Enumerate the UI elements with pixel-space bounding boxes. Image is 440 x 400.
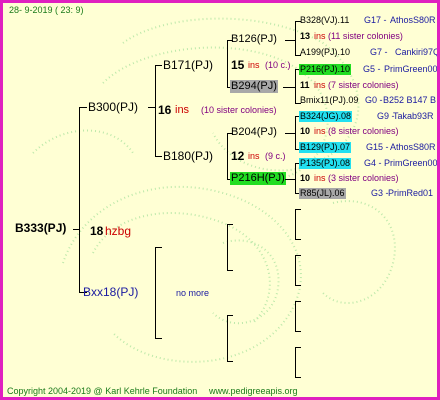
- gen4-gen-4: G0 -: [365, 95, 383, 105]
- footer-url[interactable]: www.pedigreeapis.org: [209, 387, 298, 396]
- gen4-name-2: A199(PJ).10: [300, 47, 351, 57]
- connector-father-stub: [148, 107, 156, 108]
- connector-mother-vertical: [155, 247, 156, 339]
- father-inbreeding: 16: [158, 103, 172, 117]
- gen4-name-5: B324(JG).08: [299, 111, 353, 122]
- gen4-line-1: AthosS80R: [390, 15, 436, 25]
- connector-empty-e-top: [295, 301, 301, 302]
- ffm-note: (7 sister colonies): [328, 80, 399, 90]
- connector-empty-a: [227, 224, 228, 270]
- ff-name: B171(PJ): [163, 58, 214, 72]
- footer-copyright: Copyright 2004-2019 @ Karl Kehrle Founda…: [7, 386, 198, 396]
- father-name: B300(PJ): [88, 100, 139, 114]
- gen4-line-4: B252 B147 B: [383, 95, 437, 105]
- gen4-name-1: B328(VJ).11: [300, 15, 350, 25]
- root-inbreeding: 18: [90, 224, 104, 238]
- fmm-ins: ins: [314, 173, 326, 183]
- fff-inbreeding: 13: [300, 31, 311, 41]
- ff-ins: ins: [248, 60, 260, 70]
- connector-father-vertical: [155, 65, 156, 157]
- gen4-gen-2: G7 -: [370, 47, 388, 57]
- father-ins: ins: [175, 104, 190, 116]
- connector-root-vertical: [79, 107, 80, 292]
- connector-empty-b: [227, 315, 228, 361]
- connector-mother-top: [155, 247, 162, 248]
- gen4-line-5: Takab93R: [393, 111, 434, 121]
- gen4-gen-7: G4 -: [364, 158, 382, 168]
- gen4-name-4: Bmix11(PJ).09: [300, 95, 359, 105]
- connector-empty-b-top: [227, 315, 233, 316]
- fm-inbreeding: 12: [231, 149, 245, 163]
- root-code: hzbg: [105, 224, 132, 238]
- pedigree-canvas: 28- 9-2019 ( 23: 9) B333(PJ) 18 hzbg B30…: [0, 0, 440, 400]
- fmf-ins: ins: [314, 126, 326, 136]
- connector-fmm-vertical: [295, 163, 296, 193]
- father-note: (10 sister colonies): [201, 105, 277, 115]
- connector-empty-e-bottom: [295, 331, 301, 332]
- gen4-line-8: PrimRed01: [388, 188, 434, 198]
- mother-no-more: no more: [176, 288, 210, 298]
- connector-father-bottom: [155, 156, 162, 157]
- fff-ins: ins: [314, 31, 326, 41]
- connector-empty-a-bottom: [227, 270, 233, 271]
- gen4-name-8: R85(JL).06: [299, 188, 346, 199]
- fff-name: B126(PJ): [231, 33, 277, 45]
- connector-empty-f: [295, 347, 296, 377]
- header-date: 28- 9-2019 ( 23: 9): [9, 5, 84, 15]
- connector-root-stub: [73, 229, 80, 230]
- connector-father-top: [155, 65, 162, 66]
- connector-empty-f-top: [295, 347, 301, 348]
- connector-empty-b-bottom: [227, 361, 233, 362]
- fmf-inbreeding: 10: [300, 126, 311, 136]
- connector-empty-c: [295, 209, 296, 239]
- connector-ffm-vertical: [295, 69, 296, 103]
- gen4-line-3: PrimGreen00: [384, 64, 438, 74]
- gen4-line-2: Cankiri97Q: [395, 47, 440, 57]
- gen4-gen-5: G9 -: [377, 111, 395, 121]
- gen4-line-6: AthosS80R: [390, 142, 436, 152]
- connector-empty-d-top: [295, 255, 301, 256]
- ffm-inbreeding: 11: [300, 80, 310, 90]
- ffm-ins: ins: [314, 80, 326, 90]
- fff-note: (11 sister colonies): [328, 31, 403, 41]
- gen4-gen-6: G15 -: [366, 142, 389, 152]
- root-name: B333(PJ): [15, 221, 67, 235]
- fmm-name: P216H(PJ): [230, 172, 286, 185]
- fmm-note: (3 sister colonies): [328, 173, 399, 183]
- fm-name: B180(PJ): [163, 149, 214, 163]
- gen4-name-7: P135(PJ).08: [299, 158, 352, 169]
- connector-empty-c-bottom: [295, 239, 301, 240]
- ffm-name: B294(PJ): [230, 80, 278, 93]
- connector-root-father: [79, 107, 87, 108]
- fmf-name: B204(PJ): [231, 126, 277, 138]
- connector-ffm-stub: [283, 87, 296, 88]
- gen4-name-3: P216(PJ).10: [299, 64, 352, 75]
- connector-empty-f-bottom: [295, 377, 301, 378]
- connector-ff-vertical: [227, 40, 228, 87]
- connector-empty-d: [295, 255, 296, 285]
- connector-fmf-stub: [285, 133, 296, 134]
- gen4-gen-8: G3 -: [371, 188, 389, 198]
- fmf-note: (8 sister colonies): [328, 126, 399, 136]
- fm-note: (9 c.): [265, 151, 286, 161]
- gen4-gen-1: G17 -: [364, 15, 387, 25]
- gen4-name-6: B129(PJ).07: [299, 142, 352, 153]
- gen4-gen-3: G5 -: [363, 64, 381, 74]
- connector-empty-a-top: [227, 224, 233, 225]
- connector-empty-e: [295, 301, 296, 331]
- connector-fmm-stub: [285, 179, 296, 180]
- connector-fm-vertical: [227, 133, 228, 179]
- ff-inbreeding: 15: [231, 58, 245, 72]
- ff-note: (10 c.): [265, 60, 291, 70]
- connector-fff-stub: [285, 40, 296, 41]
- connector-mother-bottom: [155, 338, 162, 339]
- gen4-line-7: PrimGreen00: [384, 158, 438, 168]
- fm-ins: ins: [248, 151, 260, 161]
- fmm-inbreeding: 10: [300, 173, 311, 183]
- connector-fff-vertical: [295, 21, 296, 55]
- connector-empty-c-top: [295, 209, 301, 210]
- mother-name: Bxx18(PJ): [83, 285, 139, 299]
- watermark-swirl-graphic: [32, 17, 396, 363]
- connector-empty-d-bottom: [295, 285, 301, 286]
